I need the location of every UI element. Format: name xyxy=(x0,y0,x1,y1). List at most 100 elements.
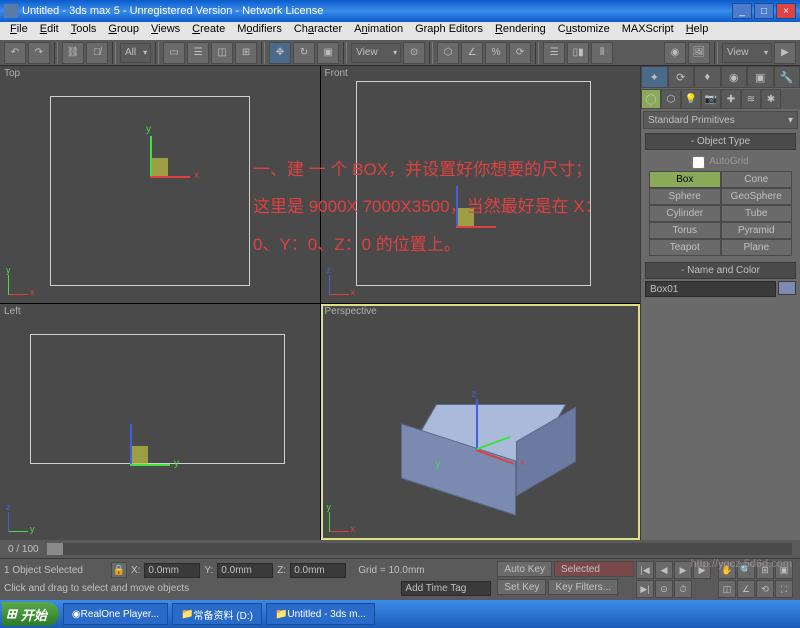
motion-tab-icon[interactable]: ◉ xyxy=(721,66,748,88)
maximize-button[interactable]: □ xyxy=(754,3,774,19)
menu-grapheditors[interactable]: Graph Editors xyxy=(409,22,489,40)
tube-button[interactable]: Tube xyxy=(721,205,793,222)
lock-icon[interactable]: 🔒 xyxy=(111,562,127,578)
material-icon[interactable]: ◉ xyxy=(664,42,686,64)
menu-file[interactable]: File xyxy=(4,22,34,40)
pyramid-button[interactable]: Pyramid xyxy=(721,222,793,239)
menu-views[interactable]: Views xyxy=(145,22,186,40)
move-icon[interactable]: ✥ xyxy=(269,42,291,64)
menu-edit[interactable]: Edit xyxy=(34,22,65,40)
rollout-header[interactable]: - Object Type xyxy=(645,133,796,150)
timeline[interactable]: 0 / 100 xyxy=(0,540,800,558)
menu-maxscript[interactable]: MAXScript xyxy=(616,22,680,40)
autogrid-checkbox[interactable] xyxy=(692,156,705,169)
z-coord[interactable]: 0.0mm xyxy=(290,563,346,578)
viewport-top[interactable]: Top yx xy xyxy=(0,66,320,303)
pivot-icon[interactable]: ⊙ xyxy=(403,42,425,64)
refcoord-dropdown[interactable]: View xyxy=(351,43,401,63)
select-icon[interactable]: ▭ xyxy=(163,42,185,64)
utilities-tab-icon[interactable]: 🔧 xyxy=(774,66,800,88)
autokey-button[interactable]: Auto Key xyxy=(497,561,552,577)
select-name-icon[interactable]: ☰ xyxy=(187,42,209,64)
scale-icon[interactable]: ▣ xyxy=(317,42,339,64)
shapes-icon[interactable]: ⬡ xyxy=(661,89,681,109)
box-button[interactable]: Box xyxy=(649,171,721,188)
selection-filter[interactable]: All xyxy=(120,43,151,63)
viewport-left[interactable]: Left y yz xyxy=(0,304,320,541)
rotate-icon[interactable]: ↻ xyxy=(293,42,315,64)
cylinder-button[interactable]: Cylinder xyxy=(649,205,721,222)
align-icon[interactable]: ⫴ xyxy=(591,42,613,64)
modify-tab-icon[interactable]: ⟳ xyxy=(668,66,695,88)
key-mode-icon[interactable]: ⊙ xyxy=(655,580,673,598)
keymode-dropdown[interactable]: Selected xyxy=(554,561,634,577)
time-config-icon[interactable]: ⏱ xyxy=(674,580,692,598)
undo-icon[interactable]: ↶ xyxy=(4,42,26,64)
minimize-button[interactable]: _ xyxy=(732,3,752,19)
spinner-snap-icon[interactable]: ⟳ xyxy=(509,42,531,64)
torus-button[interactable]: Torus xyxy=(649,222,721,239)
geometry-icon[interactable]: ◯ xyxy=(641,89,661,109)
rollout-header[interactable]: - Name and Color xyxy=(645,262,796,279)
start-button[interactable]: ⊞开始 xyxy=(2,602,59,626)
cameras-icon[interactable]: 📷 xyxy=(701,89,721,109)
x-coord[interactable]: 0.0mm xyxy=(144,563,200,578)
menu-character[interactable]: Character xyxy=(288,22,348,40)
window-crossing-icon[interactable]: ⊞ xyxy=(235,42,257,64)
keyfilters-button[interactable]: Key Filters... xyxy=(548,579,618,595)
geosphere-button[interactable]: GeoSphere xyxy=(721,188,793,205)
menu-group[interactable]: Group xyxy=(102,22,145,40)
menu-customize[interactable]: Customize xyxy=(552,22,616,40)
task-item[interactable]: ◉ RealOne Player... xyxy=(63,603,168,625)
mirror-icon[interactable]: ▯▮ xyxy=(567,42,589,64)
render-mode-dropdown[interactable]: View xyxy=(722,43,772,63)
orbit-icon[interactable]: ⟲ xyxy=(756,580,774,598)
teapot-button[interactable]: Teapot xyxy=(649,239,721,256)
y-coord[interactable]: 0.0mm xyxy=(217,563,273,578)
prev-frame-icon[interactable]: ◀ xyxy=(655,561,673,579)
display-tab-icon[interactable]: ▣ xyxy=(747,66,774,88)
menu-help[interactable]: Help xyxy=(680,22,715,40)
snap-icon[interactable]: ⬡ xyxy=(437,42,459,64)
menu-animation[interactable]: Animation xyxy=(348,22,409,40)
plane-button[interactable]: Plane xyxy=(721,239,793,256)
time-tag[interactable]: Add Time Tag xyxy=(401,581,491,596)
spacewarps-icon[interactable]: ≋ xyxy=(741,89,761,109)
color-swatch[interactable] xyxy=(778,281,796,295)
viewport-front[interactable]: Front xz xyxy=(321,66,641,303)
systems-icon[interactable]: ✱ xyxy=(761,89,781,109)
named-sel-icon[interactable]: ☰ xyxy=(543,42,565,64)
quick-render-icon[interactable]: ▶ xyxy=(774,42,796,64)
goto-end-icon[interactable]: ▶| xyxy=(636,580,654,598)
time-slider[interactable] xyxy=(47,543,792,555)
redo-icon[interactable]: ↷ xyxy=(28,42,50,64)
close-button[interactable]: × xyxy=(776,3,796,19)
task-item[interactable]: 📁 常备资料 (D:) xyxy=(172,603,262,625)
link-icon[interactable]: ⛓ xyxy=(62,42,84,64)
menu-modifiers[interactable]: Modifiers xyxy=(231,22,288,40)
region-zoom-icon[interactable]: ◫ xyxy=(718,580,736,598)
lights-icon[interactable]: 💡 xyxy=(681,89,701,109)
object-name-field[interactable]: Box01 xyxy=(645,281,776,297)
play-icon[interactable]: ▶ xyxy=(674,561,692,579)
percent-snap-icon[interactable]: % xyxy=(485,42,507,64)
unlink-icon[interactable]: ⛓̸ xyxy=(86,42,108,64)
select-region-icon[interactable]: ◫ xyxy=(211,42,233,64)
menu-rendering[interactable]: Rendering xyxy=(489,22,552,40)
menu-tools[interactable]: Tools xyxy=(65,22,103,40)
viewport-perspective[interactable]: Perspective x y z xy xyxy=(321,304,641,541)
hierarchy-tab-icon[interactable]: ♦ xyxy=(694,66,721,88)
helpers-icon[interactable]: ✚ xyxy=(721,89,741,109)
maximize-vp-icon[interactable]: ⛶ xyxy=(775,580,793,598)
cone-button[interactable]: Cone xyxy=(721,171,793,188)
angle-snap-icon[interactable]: ∠ xyxy=(461,42,483,64)
category-dropdown[interactable]: Standard Primitives xyxy=(643,111,798,129)
setkey-button[interactable]: Set Key xyxy=(497,579,546,595)
menu-create[interactable]: Create xyxy=(186,22,231,40)
sphere-button[interactable]: Sphere xyxy=(649,188,721,205)
render-icon[interactable]: 🖼 xyxy=(688,42,710,64)
create-tab-icon[interactable]: ✦ xyxy=(641,66,668,88)
task-item[interactable]: 📁 Untitled - 3ds m... xyxy=(266,603,375,625)
fov-icon[interactable]: ∠ xyxy=(737,580,755,598)
goto-start-icon[interactable]: |◀ xyxy=(636,561,654,579)
